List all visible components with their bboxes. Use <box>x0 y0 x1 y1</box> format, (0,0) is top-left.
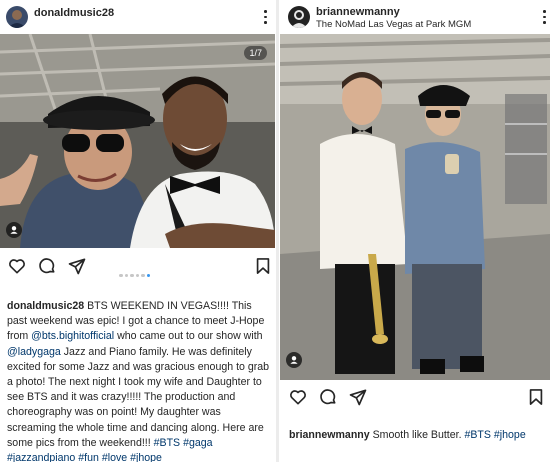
heart-icon[interactable] <box>288 387 308 407</box>
post-header: donaldmusic28 <box>0 0 275 34</box>
post-header: briannewmanny The NoMad Las Vegas at Par… <box>280 0 550 34</box>
heart-icon[interactable] <box>7 256 27 276</box>
carousel-dot <box>141 273 145 277</box>
carousel-counter: 1/7 <box>244 46 267 60</box>
post-caption: donaldmusic28 BTS WEEKEND IN VEGAS!!!! T… <box>7 299 271 462</box>
caption-text: Jazz and Piano family. He was definitely… <box>7 345 270 449</box>
more-options-icon[interactable] <box>260 8 270 26</box>
carousel-dot <box>135 273 139 277</box>
mention-link[interactable]: @ladygaga <box>7 346 61 358</box>
more-options-icon[interactable] <box>539 8 549 26</box>
post-username[interactable]: briannewmanny <box>316 6 400 18</box>
hashtag-link[interactable]: #BTS #jhope <box>464 429 525 441</box>
bookmark-icon[interactable] <box>253 256 273 276</box>
post-photo[interactable]: 1/7 <box>0 34 275 248</box>
avatar[interactable] <box>288 6 310 28</box>
carousel-dot <box>146 273 150 277</box>
post-divider <box>276 0 279 462</box>
user-tag-icon[interactable] <box>6 222 22 238</box>
comment-icon[interactable] <box>37 256 57 276</box>
caption-username[interactable]: donaldmusic28 <box>7 300 84 312</box>
post-actions <box>280 385 550 409</box>
user-tag-icon[interactable] <box>286 352 302 368</box>
carousel-dot <box>119 273 123 277</box>
avatar[interactable] <box>6 6 28 28</box>
send-icon[interactable] <box>348 387 368 407</box>
post-username[interactable]: donaldmusic28 <box>34 7 114 19</box>
post-briannewmanny: briannewmanny The NoMad Las Vegas at Par… <box>280 0 550 462</box>
post-donaldmusic28: donaldmusic28 1/7 donaldmusic28 BTS WEEK… <box>0 0 275 462</box>
bookmark-icon[interactable] <box>526 387 546 407</box>
caption-username[interactable]: briannewmanny <box>289 429 370 441</box>
post-photo[interactable] <box>280 34 550 380</box>
mention-link[interactable]: @bts.bighitofficial <box>31 330 114 342</box>
caption-text: who came out to our show with <box>114 330 263 343</box>
post-location[interactable]: The NoMad Las Vegas at Park MGM <box>316 19 471 30</box>
post-caption: briannewmanny Smooth like Butter. #BTS #… <box>289 428 544 443</box>
carousel-indicator <box>118 264 151 282</box>
caption-text: Smooth like Butter. <box>372 429 465 441</box>
carousel-dot <box>130 273 134 277</box>
comment-icon[interactable] <box>318 387 338 407</box>
carousel-dot <box>124 273 128 277</box>
post-actions <box>0 254 275 278</box>
send-icon[interactable] <box>67 256 87 276</box>
